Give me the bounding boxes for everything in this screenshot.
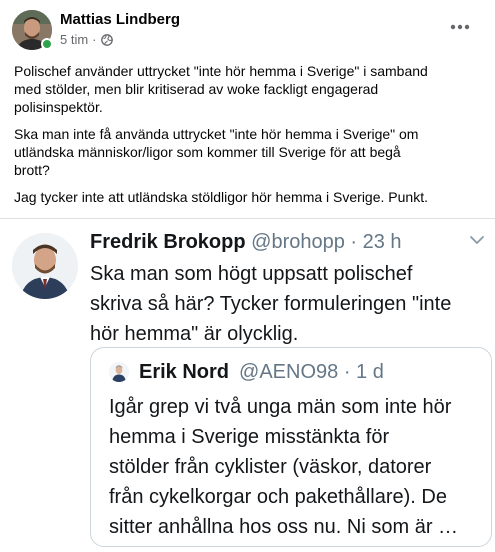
text-line: skriva så här? Tycker formuleringen "int… bbox=[90, 293, 452, 315]
tweet-author-avatar[interactable] bbox=[12, 233, 78, 299]
post-header: Mattias Lindberg 5 tim · bbox=[12, 10, 483, 50]
post-meta: 5 tim · bbox=[60, 32, 113, 47]
facebook-post: Mattias Lindberg 5 tim · Polischef använ… bbox=[0, 0, 495, 552]
meta-separator: · bbox=[92, 32, 97, 47]
quoted-time[interactable]: · 1 d bbox=[344, 361, 384, 383]
post-paragraph: Ska man inte få använda uttrycket "inte … bbox=[14, 125, 484, 179]
text-line: brott? bbox=[14, 162, 50, 178]
more-options-button[interactable] bbox=[445, 12, 475, 42]
text-line: Polischef använder uttrycket "inte hör h… bbox=[14, 63, 428, 79]
author-avatar[interactable] bbox=[12, 10, 53, 50]
embedded-tweet[interactable]: Fredrik Brokopp @brohopp · 23 h Ska man … bbox=[0, 219, 495, 552]
post-time[interactable]: 5 tim bbox=[60, 32, 88, 47]
text-line: hör hemma" är olycklig. bbox=[90, 323, 299, 345]
tweet-text: Ska man som högt uppsatt polischef skriv… bbox=[90, 259, 485, 349]
quoted-tweet-text: Igår grep vi två unga män som inte hör h… bbox=[109, 392, 484, 542]
text-line: polisinspektör. bbox=[14, 99, 103, 115]
quoted-author-name[interactable]: Erik Nord bbox=[139, 359, 229, 385]
more-horizontal-icon bbox=[450, 24, 470, 30]
tweet-author-handle[interactable]: @brohopp bbox=[251, 231, 345, 253]
text-line: sitter anhållna hos oss nu. Ni som är … bbox=[109, 516, 459, 538]
tweet-author-name[interactable]: Fredrik Brokopp bbox=[90, 231, 246, 253]
text-line: Ska man som högt uppsatt polischef bbox=[90, 263, 413, 285]
chevron-down-icon[interactable] bbox=[469, 235, 485, 245]
quoted-tweet-header: Erik Nord @AENO98 · 1 d bbox=[109, 359, 384, 385]
globe-icon[interactable] bbox=[100, 33, 113, 46]
post-paragraph: Jag tycker inte att utländska stöldligor… bbox=[14, 188, 484, 206]
post-paragraph: Polischef använder uttrycket "inte hör h… bbox=[14, 62, 484, 116]
author-name[interactable]: Mattias Lindberg bbox=[60, 11, 180, 28]
text-line: från cykelkorgar och pakethållare). De bbox=[109, 486, 447, 508]
text-line: Ska man inte få använda uttrycket "inte … bbox=[14, 126, 419, 142]
text-line: utländska människor/ligor som kommer til… bbox=[14, 144, 401, 160]
post-text: Polischef använder uttrycket "inte hör h… bbox=[14, 62, 484, 215]
quoted-handle-text[interactable]: @AENO98 bbox=[239, 361, 338, 383]
text-line: Jag tycker inte att utländska stöldligor… bbox=[14, 189, 428, 205]
text-line: med stölder, men blir kritiserad av woke… bbox=[14, 81, 379, 97]
quoted-author-avatar[interactable] bbox=[109, 362, 129, 382]
quoted-author-handle: @AENO98 · 1 d bbox=[239, 359, 384, 385]
quoted-tweet[interactable]: Erik Nord @AENO98 · 1 d Igår grep vi två… bbox=[90, 347, 492, 547]
tweet-header: Fredrik Brokopp @brohopp · 23 h bbox=[90, 229, 402, 255]
text-line: hemma i Sverige misstänkta för bbox=[109, 426, 390, 448]
online-status-dot bbox=[41, 38, 53, 50]
text-line: Igår grep vi två unga män som inte hör bbox=[109, 396, 452, 418]
tweet-time[interactable]: · 23 h bbox=[350, 231, 401, 253]
text-line: stölder från cyklister (väskor, datorer bbox=[109, 456, 432, 478]
